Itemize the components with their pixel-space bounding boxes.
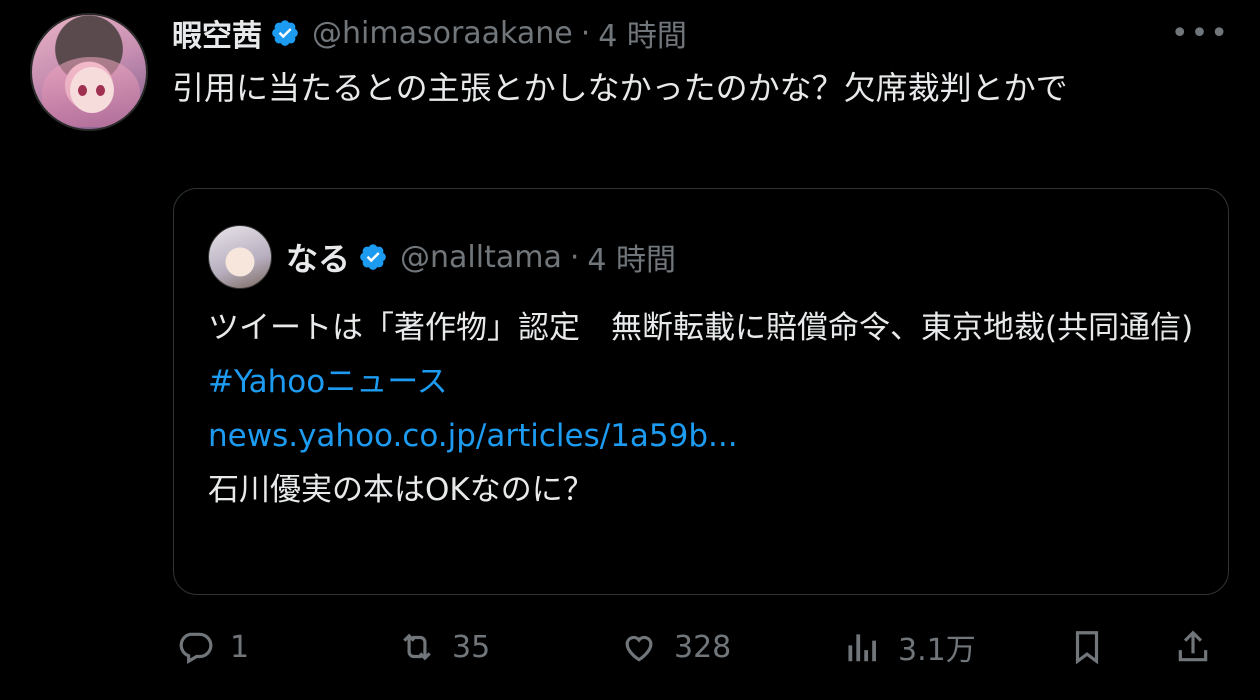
- share-icon: [1178, 630, 1208, 662]
- views-button[interactable]: 3.1万: [844, 612, 976, 682]
- avatar-face: [70, 67, 114, 113]
- like-button[interactable]: 328: [620, 612, 731, 682]
- tweet-header: 暇空茜 @himasoraakane · 4 時間: [172, 10, 687, 56]
- views-chart-icon: [848, 634, 876, 662]
- separator-dot: ·: [569, 239, 580, 275]
- action-bar: 1 35 328 3.1万: [0, 612, 1260, 682]
- share-button[interactable]: [1174, 612, 1212, 682]
- quoted-tweet-card[interactable]: なる @nalltama · 4 時間 ツイートは「著作物」認定 無断転載に賠償…: [173, 188, 1229, 595]
- verified-badge-icon: [272, 20, 298, 46]
- retweet-icon: [403, 633, 431, 661]
- retweet-button[interactable]: 35: [398, 612, 490, 682]
- reply-button[interactable]: 1: [176, 612, 249, 682]
- view-count: 3.1万: [898, 633, 976, 668]
- quoted-author-avatar[interactable]: [208, 225, 272, 289]
- quoted-author-handle: @nalltama: [400, 239, 562, 275]
- quoted-text-line: 石川優実の本はOKなのに？: [208, 472, 594, 508]
- quoted-text-line: ツイートは「著作物」認定 無断転載に賠償命令、東京地裁(共同通信): [208, 310, 1194, 346]
- tweet-timestamp[interactable]: 4 時間: [598, 11, 687, 55]
- reply-icon: [179, 632, 213, 665]
- tweet-text: 引用に当たるとの主張とかしなかったのかな？欠席裁判とかで: [172, 69, 1068, 107]
- separator-dot: ·: [580, 15, 591, 51]
- bookmark-icon: [1075, 631, 1099, 665]
- author-name[interactable]: 暇空茜: [172, 11, 262, 55]
- verified-badge-icon: [360, 244, 386, 270]
- quoted-tweet-header: なる @nalltama · 4 時間: [286, 234, 676, 280]
- more-options-icon[interactable]: •••: [1171, 16, 1230, 51]
- quoted-tweet-timestamp: 4 時間: [587, 243, 677, 278]
- author-handle[interactable]: @himasoraakane: [312, 16, 573, 51]
- author-avatar[interactable]: [30, 13, 148, 131]
- hashtag-link[interactable]: #Yahooニュース: [208, 355, 1198, 409]
- bookmark-button[interactable]: [1068, 612, 1106, 682]
- heart-icon: [625, 635, 653, 662]
- reply-count: 1: [230, 629, 250, 665]
- avatar-eye: [78, 85, 87, 96]
- article-link[interactable]: news.yahoo.co.jp/articles/1a59b...: [208, 409, 1198, 463]
- quoted-author-name: なる: [286, 240, 351, 278]
- quoted-tweet-text: ツイートは「著作物」認定 無断転載に賠償命令、東京地裁(共同通信) #Yahoo…: [208, 301, 1198, 517]
- like-count: 328: [674, 629, 732, 665]
- avatar-eye: [96, 85, 105, 96]
- retweet-count: 35: [452, 629, 491, 665]
